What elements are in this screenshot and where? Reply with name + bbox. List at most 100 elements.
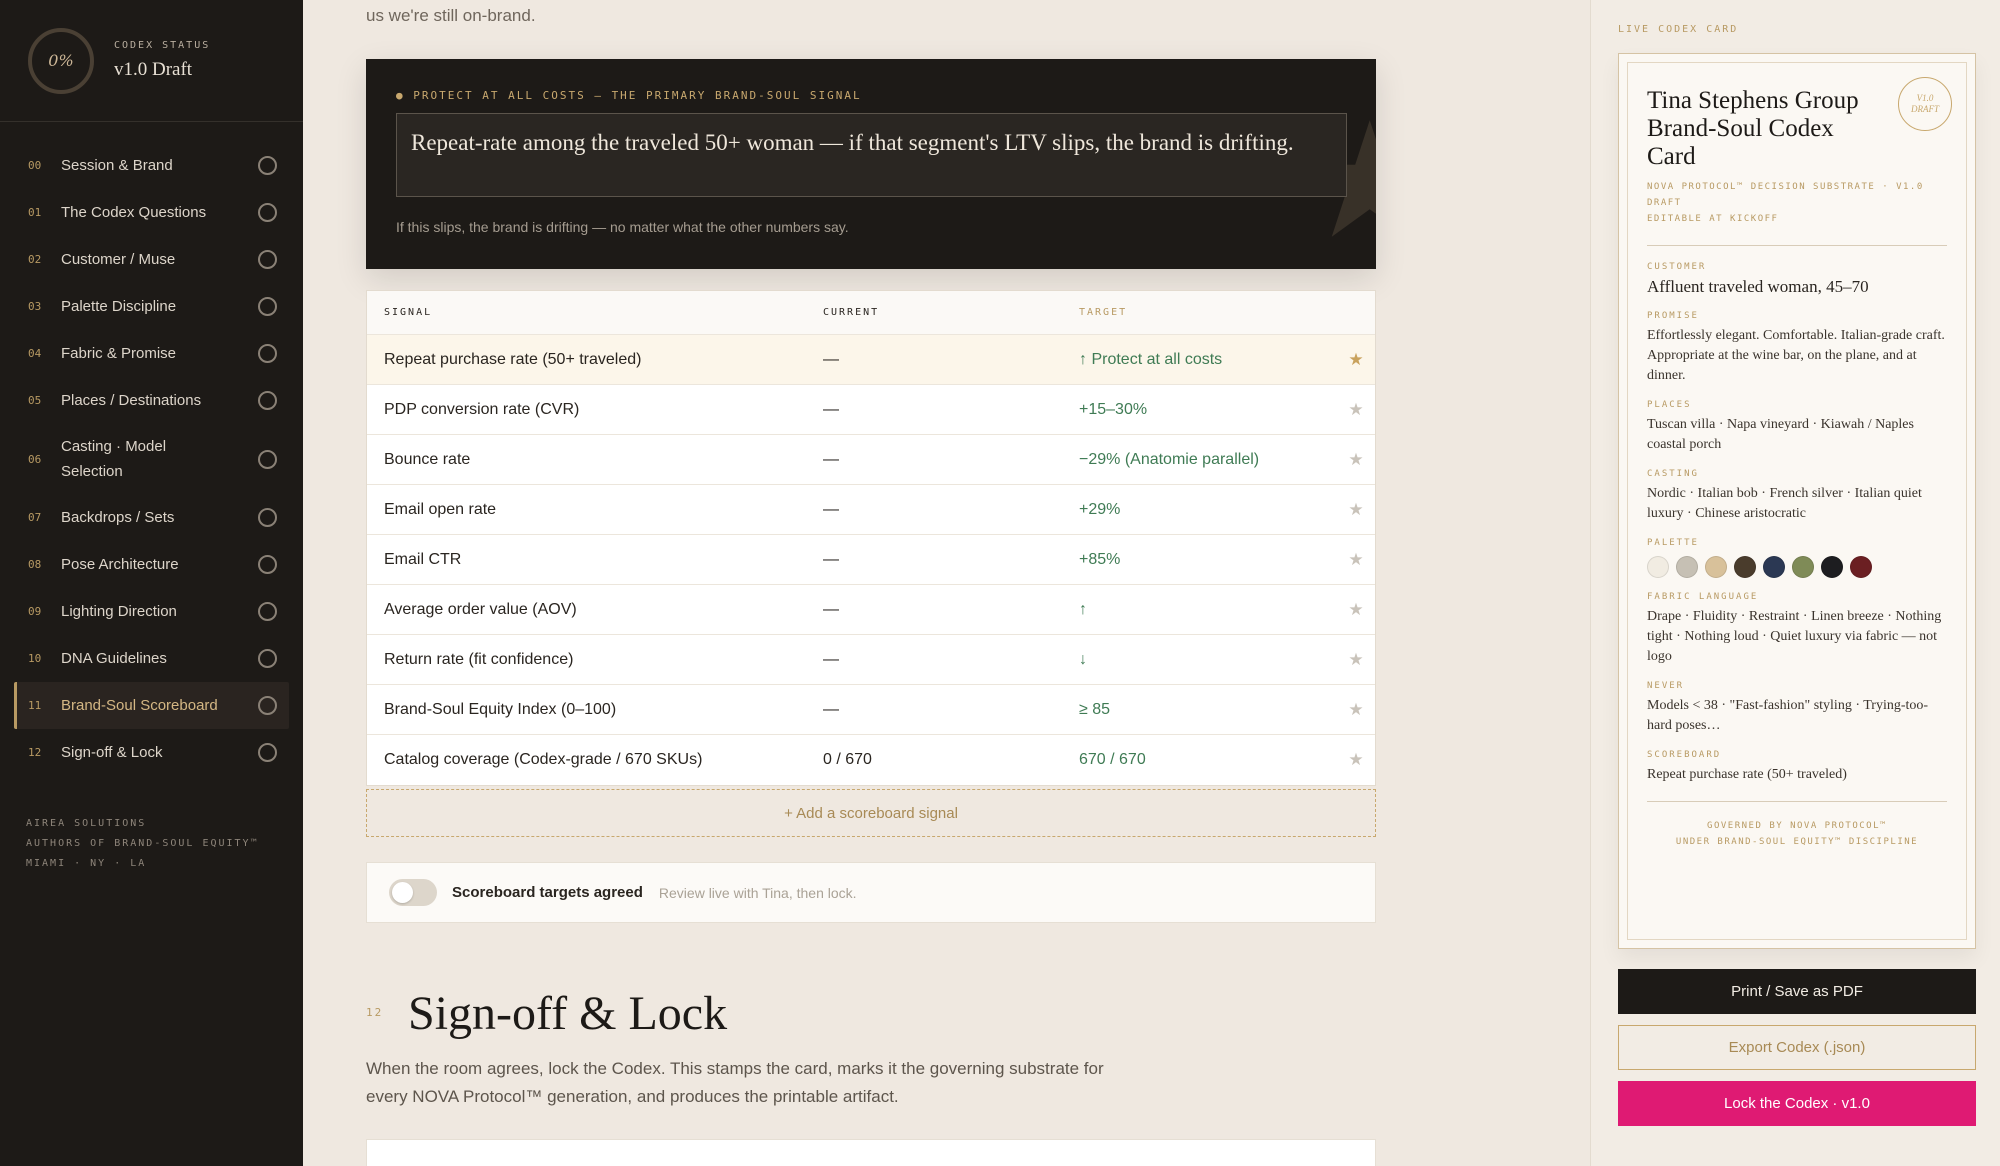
table-row[interactable]: Average order value (AOV) — ↑ ★: [367, 585, 1375, 635]
progress-ring: 0%: [28, 27, 94, 94]
export-button[interactable]: Export Codex (.json): [1618, 1025, 1976, 1070]
main-content: us we're still on-brand. ★ ● PROTECT AT …: [303, 0, 1590, 1166]
status-circle-icon: [258, 391, 277, 410]
current-cell[interactable]: —: [823, 351, 1079, 369]
primary-signal-input[interactable]: Repeat-rate among the traveled 50+ woman…: [396, 113, 1347, 197]
target-cell[interactable]: ≥ 85: [1079, 701, 1337, 719]
target-cell[interactable]: ↓: [1079, 651, 1337, 669]
signal-cell[interactable]: Average order value (AOV): [367, 601, 823, 619]
nav-number: 10: [28, 652, 42, 665]
targets-agreed-toggle[interactable]: [389, 879, 437, 906]
lock-codex-button[interactable]: Lock the Codex · v1.0: [1618, 1081, 1976, 1126]
table-row[interactable]: Email open rate — +29% ★: [367, 485, 1375, 535]
nav-label: Places / Destinations: [61, 392, 202, 409]
current-cell[interactable]: —: [823, 451, 1079, 469]
current-cell[interactable]: —: [823, 651, 1079, 669]
sidebar-item-dna[interactable]: 10 DNA Guidelines: [14, 635, 289, 682]
target-cell[interactable]: 670 / 670: [1079, 751, 1337, 769]
sidebar-item-codex-questions[interactable]: 01 The Codex Questions: [14, 189, 289, 236]
signal-cell[interactable]: Email open rate: [367, 501, 823, 519]
footer-line: UNDER BRAND-SOUL EQUITY™ DISCIPLINE: [1675, 837, 1919, 847]
current-cell[interactable]: —: [823, 551, 1079, 569]
palette-swatch: [1792, 556, 1814, 578]
signal-cell[interactable]: Return rate (fit confidence): [367, 651, 823, 669]
add-signal-button[interactable]: + Add a scoreboard signal: [366, 789, 1376, 837]
star-icon[interactable]: ★: [1337, 600, 1375, 620]
toggle-knob: [392, 882, 413, 903]
star-icon[interactable]: ★: [1337, 500, 1375, 520]
status-circle-icon: [258, 743, 277, 762]
star-icon[interactable]: ★: [1337, 350, 1375, 370]
current-cell[interactable]: —: [823, 501, 1079, 519]
sidebar-item-places[interactable]: 05 Places / Destinations: [14, 377, 289, 424]
divider: [1647, 245, 1947, 246]
divider: [1647, 801, 1947, 802]
target-cell[interactable]: −29% (Anatomie parallel): [1079, 451, 1337, 469]
primary-signal-note: If this slips, the brand is drifting — n…: [396, 219, 849, 235]
targets-agreed-hint: Review live with Tina, then lock.: [658, 884, 857, 901]
column-header-current: CURRENT: [823, 307, 880, 318]
sidebar-item-customer-muse[interactable]: 02 Customer / Muse: [14, 236, 289, 283]
star-icon[interactable]: ★: [1337, 550, 1375, 570]
sidebar-item-backdrops[interactable]: 07 Backdrops / Sets: [14, 494, 289, 541]
company-locations: MIAMI · NY · LA: [26, 858, 147, 869]
status-circle-icon: [258, 297, 277, 316]
field-label: NEVER: [1647, 681, 1685, 691]
field-label: FABRIC LANGUAGE: [1647, 592, 1759, 602]
nav-number: 08: [28, 558, 42, 571]
palette-swatch: [1647, 556, 1669, 578]
star-icon[interactable]: ★: [1337, 450, 1375, 470]
subtitle-line: EDITABLE AT KICKOFF: [1647, 214, 1779, 224]
signal-cell[interactable]: PDP conversion rate (CVR): [367, 401, 823, 419]
table-row[interactable]: PDP conversion rate (CVR) — +15–30% ★: [367, 385, 1375, 435]
nav-label: DNA Guidelines: [61, 650, 167, 667]
table-row[interactable]: Repeat purchase rate (50+ traveled) — ↑ …: [367, 335, 1375, 385]
signal-cell[interactable]: Catalog coverage (Codex-grade / 670 SKUs…: [367, 751, 823, 769]
star-icon[interactable]: ★: [1337, 400, 1375, 420]
current-cell[interactable]: —: [823, 701, 1079, 719]
nav-number: 12: [28, 746, 42, 759]
field-label: PROMISE: [1647, 311, 1699, 321]
nav-number: 11: [28, 699, 42, 712]
signal-cell[interactable]: Email CTR: [367, 551, 823, 569]
nav-label: Lighting Direction: [61, 603, 177, 620]
nav-number: 07: [28, 511, 42, 524]
signal-cell[interactable]: Repeat purchase rate (50+ traveled): [367, 351, 823, 369]
casting-value: Nordic · Italian bob · French silver · I…: [1647, 486, 1922, 521]
footer-line: GOVERNED BY NOVA PROTOCOL™: [1707, 821, 1887, 831]
signal-cell[interactable]: Brand-Soul Equity Index (0–100): [367, 701, 823, 719]
table-row[interactable]: Bounce rate — −29% (Anatomie parallel) ★: [367, 435, 1375, 485]
sidebar-item-pose[interactable]: 08 Pose Architecture: [14, 541, 289, 588]
table-row[interactable]: Catalog coverage (Codex-grade / 670 SKUs…: [367, 735, 1375, 785]
target-cell[interactable]: ↑: [1079, 601, 1337, 619]
scoreboard-value: Repeat purchase rate (50+ traveled): [1647, 767, 1847, 782]
current-cell[interactable]: —: [823, 401, 1079, 419]
sidebar-item-palette[interactable]: 03 Palette Discipline: [14, 283, 289, 330]
never-value: Models < 38 · "Fast-fashion" styling · T…: [1647, 698, 1929, 733]
target-cell[interactable]: +85%: [1079, 551, 1337, 569]
table-row[interactable]: Return rate (fit confidence) — ↓ ★: [367, 635, 1375, 685]
sidebar-item-casting[interactable]: 06 Casting · Model Selection: [14, 424, 289, 494]
sidebar-item-scoreboard[interactable]: 11 Brand-Soul Scoreboard: [14, 682, 289, 729]
signal-cell[interactable]: Bounce rate: [367, 451, 823, 469]
sidebar-item-session-brand[interactable]: 00 Session & Brand: [14, 142, 289, 189]
field-label: SCOREBOARD: [1647, 750, 1722, 760]
current-cell[interactable]: —: [823, 601, 1079, 619]
status-circle-icon: [258, 649, 277, 668]
nav-label: Palette Discipline: [61, 298, 177, 315]
table-row[interactable]: Brand-Soul Equity Index (0–100) — ≥ 85 ★: [367, 685, 1375, 735]
seal-status: DRAFT: [1911, 104, 1939, 114]
target-cell[interactable]: ↑ Protect at all costs: [1079, 351, 1337, 369]
target-cell[interactable]: +15–30%: [1079, 401, 1337, 419]
table-row[interactable]: Email CTR — +85% ★: [367, 535, 1375, 585]
star-icon[interactable]: ★: [1337, 750, 1375, 770]
star-icon[interactable]: ★: [1337, 650, 1375, 670]
sidebar-item-signoff[interactable]: 12 Sign-off & Lock: [14, 729, 289, 776]
current-cell[interactable]: 0 / 670: [823, 751, 1079, 769]
print-button[interactable]: Print / Save as PDF: [1618, 969, 1976, 1014]
star-icon[interactable]: ★: [1337, 700, 1375, 720]
target-cell[interactable]: +29%: [1079, 501, 1337, 519]
sidebar-item-fabric[interactable]: 04 Fabric & Promise: [14, 330, 289, 377]
palette-swatch: [1763, 556, 1785, 578]
sidebar-item-lighting[interactable]: 09 Lighting Direction: [14, 588, 289, 635]
